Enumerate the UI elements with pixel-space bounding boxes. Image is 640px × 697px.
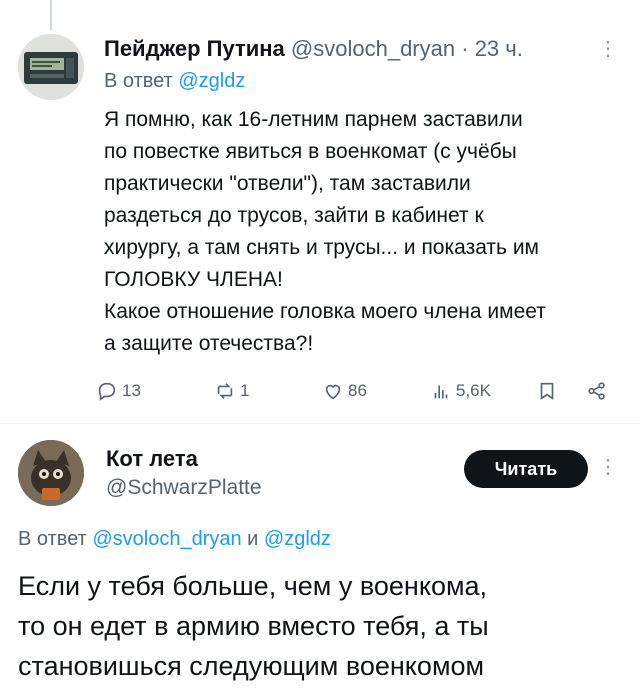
views-icon	[434, 385, 448, 399]
tweet-line: практически "отвели"), там заставили	[104, 172, 471, 195]
views-button[interactable]: 5,6K	[430, 380, 491, 402]
reply-prefix: В ответ	[18, 528, 87, 550]
author-handle[interactable]: @SchwarzPlatte	[106, 476, 262, 500]
tweet1-text: Я помню, как 16-летним парнем заставили …	[104, 104, 624, 360]
author-name[interactable]: Пейджер Путина	[104, 36, 285, 61]
share-icon	[588, 382, 605, 400]
mention-link[interactable]: @svoloch_dryan	[92, 528, 241, 550]
reply-button[interactable]: 13	[96, 380, 141, 402]
avatar-pager-putina[interactable]	[18, 34, 84, 100]
repost-button[interactable]: 1	[214, 380, 249, 402]
tweet-line: становишься следующим военкомом	[18, 651, 485, 681]
follow-button[interactable]: Читать	[464, 450, 588, 488]
bookmark-icon	[540, 382, 554, 400]
tweet-line: Какое отношение головка моего члена имее…	[104, 300, 546, 323]
like-button[interactable]: 86	[322, 380, 367, 402]
reply-to-line: В ответ @svoloch_dryan и @zgldz	[18, 528, 331, 551]
thread-connector-line	[50, 0, 52, 30]
tweet-line: Я помню, как 16-летним парнем заставили	[104, 108, 523, 131]
more-icon[interactable]: ⋮	[598, 36, 619, 61]
tweet-line: раздеться до трусов, зайти в кабинет к	[104, 204, 484, 227]
share-button[interactable]	[586, 380, 608, 402]
tweet1-action-bar: 13 1 86 5,6K	[96, 380, 626, 410]
tweet-line: по повестке явиться в военкомат (с учёбы	[104, 140, 517, 163]
mention-link[interactable]: @zgldz	[178, 70, 245, 92]
author-name[interactable]: Кот лета	[106, 446, 198, 472]
tweet2-text: Если у тебя больше, чем у военкома, то о…	[18, 566, 618, 686]
like-count: 86	[348, 381, 367, 400]
heart-icon	[325, 384, 341, 400]
tweet-line: то он едет в армию вместо тебя, а ты	[18, 611, 489, 641]
reply-to-line: В ответ @zgldz	[104, 70, 245, 93]
tweet-line: Если у тебя больше, чем у военкома,	[18, 571, 488, 601]
repost-icon	[217, 383, 233, 399]
bookmark-button[interactable]	[536, 380, 558, 402]
tweet-divider	[0, 423, 640, 424]
tweet-timestamp[interactable]: 23 ч.	[475, 36, 523, 61]
author-handle[interactable]: @svoloch_dryan	[291, 36, 455, 61]
reply-conjunction: и	[247, 528, 259, 550]
avatar-kot-leta[interactable]	[18, 440, 84, 506]
tweet1-header: Пейджер Путина @svoloch_dryan · 23 ч.	[104, 36, 523, 62]
tweet-line: ГОЛОВКУ ЧЛЕНА!	[104, 268, 283, 291]
tweet-line: а защите отечества?!	[104, 332, 314, 355]
separator-dot: ·	[461, 36, 469, 61]
views-count: 5,6K	[456, 381, 491, 400]
mention-link[interactable]: @zgldz	[264, 528, 331, 550]
more-icon[interactable]: ⋮	[598, 454, 619, 479]
reply-prefix: В ответ	[104, 70, 173, 92]
reply-icon	[98, 382, 116, 401]
reply-count: 13	[122, 381, 141, 400]
tweet-line: хирургу, а там снять и трусы... и показа…	[104, 236, 539, 259]
repost-count: 1	[240, 381, 250, 400]
